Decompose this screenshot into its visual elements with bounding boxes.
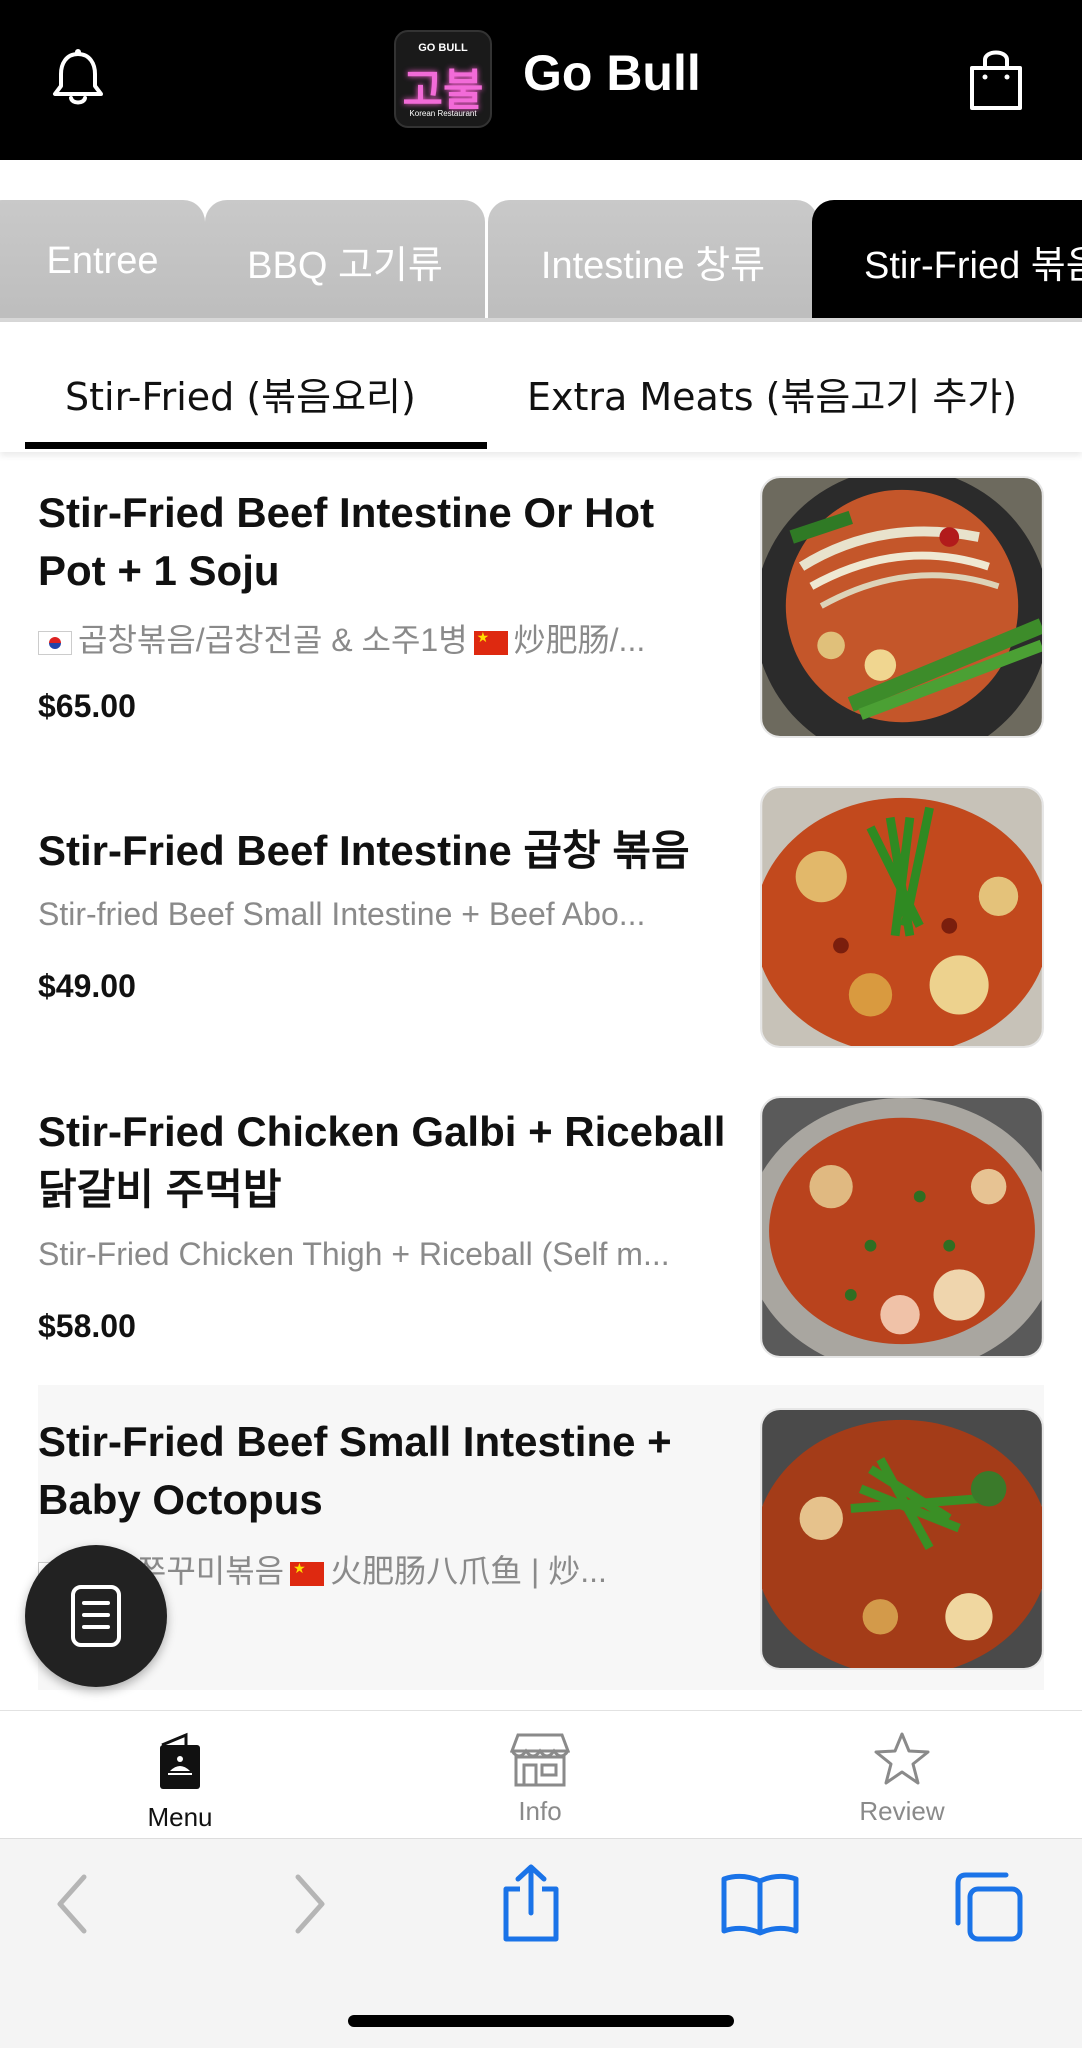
item-description: Stir-fried Beef Small Intestine + Beef A… [38,896,646,932]
star-icon [874,1732,930,1785]
share-icon[interactable] [498,1863,564,1943]
bookmarks-icon[interactable] [720,1869,800,1939]
item-price: $65.00 [38,688,136,724]
forward-icon[interactable] [288,1869,332,1939]
logo-bottom-text: Korean Restaurant [409,109,477,118]
active-subtab-indicator [25,442,487,449]
item-price: $58.00 [38,1308,136,1344]
tab-label: BBQ 고기류 [247,244,443,287]
subcategory-tabs: Stir-Fried (볶음요리) Extra Meats (볶음고기 추가) [0,322,1082,452]
item-price: $49.00 [38,968,136,1004]
nav-menu[interactable]: Menu [100,1731,260,1833]
menu-book-icon [160,1732,200,1789]
tab-bbq[interactable]: BBQ 고기류 [205,200,485,322]
china-flag-icon [290,1560,325,1586]
item-desc-cn: 炒肥肠/... [513,622,646,658]
document-icon [71,1585,121,1647]
home-indicator [348,2015,734,2027]
tab-label: Stir-Fried 볶음 [864,244,1082,287]
category-tabs: Entree BBQ 고기류 Intestine 창류 Stir-Fried 볶… [0,196,1082,322]
bell-icon[interactable] [50,48,106,108]
nav-review-label: Review [859,1796,945,1826]
restaurant-title: Go Bull [523,45,701,101]
logo-top-text: GO BULL [418,42,468,54]
tabs-icon[interactable] [950,1869,1026,1945]
back-icon[interactable] [50,1869,94,1939]
nav-info[interactable]: Info [460,1731,620,1827]
floating-menu-button[interactable] [25,1545,167,1687]
store-icon [509,1733,571,1787]
bottom-navigation: Menu Info Review [0,1710,1082,1838]
item-description: 곱창볶음/곱창전골 & 소주1병 炒肥肠/... [38,615,708,661]
subtab-extra-meats[interactable]: Extra Meats (볶음고기 추가) [527,366,1017,421]
item-photo [760,1408,1044,1670]
item-name: Stir-Fried Beef Small Intestine + Baby O… [38,1418,672,1523]
korea-flag-icon [38,630,72,655]
nav-review[interactable]: Review [822,1731,982,1827]
item-photo [760,1096,1044,1358]
tab-stir-fried[interactable]: Stir-Fried 볶음 [812,200,1082,322]
tab-label: Entree [46,239,159,282]
subtab-stir-fried[interactable]: Stir-Fried (볶음요리) [65,366,416,421]
china-flag-icon [473,629,508,655]
item-description: Stir-Fried Chicken Thigh + Riceball (Sel… [38,1236,670,1272]
shopping-bag-icon[interactable] [966,46,1026,112]
tab-label: Intestine 창류 [540,244,766,287]
item-name: Stir-Fried Chicken Galbi + Riceball 닭갈비 … [38,1108,726,1213]
item-name: Stir-Fried Beef Intestine 곱창 볶음 [38,827,690,874]
tab-entree[interactable]: Entree [0,200,205,322]
app-header: GO BULL 고불 Korean Restaurant Go Bull [0,0,1082,160]
restaurant-logo: GO BULL 고불 Korean Restaurant [394,30,492,128]
nav-menu-label: Menu [147,1802,213,1832]
item-desc-cn: 火肥肠八爪鱼 | 炒... [330,1553,607,1589]
tab-intestine[interactable]: Intestine 창류 [488,200,818,322]
item-photo [760,476,1044,738]
item-name: Stir-Fried Beef Intestine Or Hot Pot + 1… [38,489,655,594]
item-photo [760,786,1044,1048]
nav-info-label: Info [518,1796,562,1826]
item-desc-kr: 곱창볶음/곱창전골 & 소주1병 [78,622,468,658]
